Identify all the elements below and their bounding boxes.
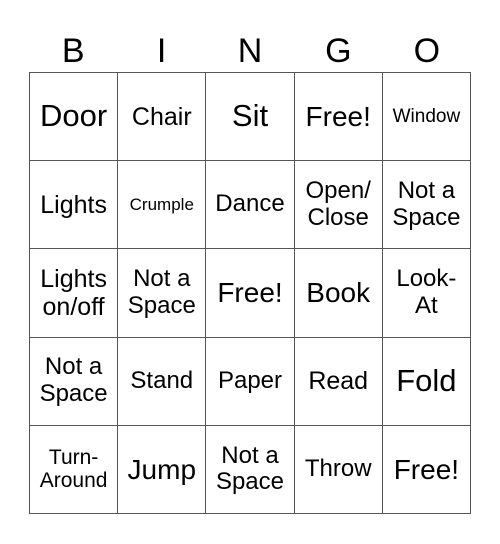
- bingo-cell: Book: [294, 249, 383, 338]
- bingo-cell: Not a Space: [382, 161, 471, 250]
- bingo-card-grid: Door Chair Sit Free! Window Lights Crump…: [29, 72, 471, 514]
- bingo-cell: Throw: [294, 425, 383, 514]
- bingo-header: B I N G O: [29, 30, 471, 72]
- bingo-cell-free: Free!: [206, 249, 295, 338]
- bingo-cell: Crumple: [118, 161, 207, 250]
- bingo-cell: Look- At: [382, 249, 471, 338]
- header-letter-g: G: [325, 32, 352, 70]
- header-letter-b: B: [61, 32, 85, 70]
- bingo-cell: Not a Space: [30, 337, 119, 426]
- bingo-cell: Lights on/off: [30, 249, 119, 338]
- bingo-cell: Chair: [118, 73, 207, 162]
- header-letter-o: O: [413, 32, 441, 70]
- bingo-cell: Jump: [118, 425, 207, 514]
- bingo-cell: Open/ Close: [294, 161, 383, 250]
- bingo-cell: Read: [294, 337, 383, 426]
- bingo-cell-free: Free!: [382, 425, 471, 514]
- bingo-cell: Not a Space: [206, 425, 295, 514]
- bingo-cell: Door: [30, 73, 119, 162]
- bingo-cell: Window: [382, 73, 471, 162]
- bingo-cell: Fold: [382, 337, 471, 426]
- bingo-cell: Paper: [206, 337, 295, 426]
- bingo-cell-free: Free!: [294, 73, 383, 162]
- header-letter-i: I: [156, 32, 167, 70]
- bingo-cell: Sit: [206, 73, 295, 162]
- bingo-cell: Not a Space: [118, 249, 207, 338]
- bingo-cell: Lights: [30, 161, 119, 250]
- header-letter-n: N: [237, 32, 263, 70]
- bingo-cell: Dance: [206, 161, 295, 250]
- bingo-cell: Stand: [118, 337, 207, 426]
- bingo-cell: Turn- Around: [30, 425, 119, 514]
